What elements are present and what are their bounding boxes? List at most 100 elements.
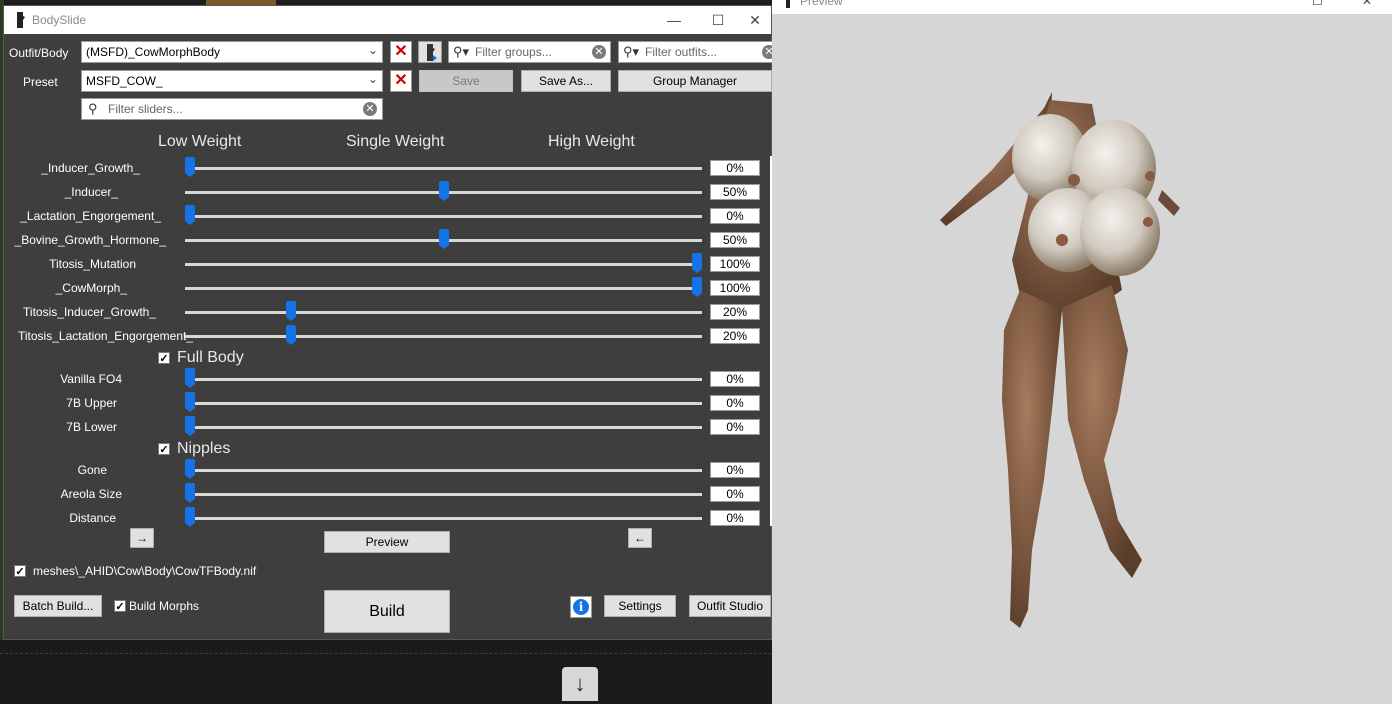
slider-thumb[interactable] — [286, 301, 297, 321]
bodyslide-window: BodySlide — ☐ ✕ Outfit/Body (MSFD)_CowMo… — [3, 5, 778, 640]
preview-button[interactable]: Preview — [324, 531, 450, 553]
preview-window: Preview ☐ ✕ — [772, 0, 1392, 704]
slider-thumb[interactable] — [185, 157, 195, 177]
outfit-studio-shortcut-button[interactable] — [418, 41, 442, 63]
batch-build-button[interactable]: Batch Build... — [14, 595, 102, 617]
close-button[interactable]: ✕ — [740, 8, 770, 32]
slider-label: Titosis_Lactation_Engorgement_ — [18, 329, 193, 343]
slider-value-field[interactable]: 0% — [710, 208, 760, 224]
slider-track[interactable] — [185, 469, 702, 472]
info-button[interactable]: i — [570, 596, 592, 618]
output-path-checkbox[interactable]: ✓ — [14, 565, 26, 578]
slider-value-field[interactable]: 100% — [710, 280, 760, 296]
nipples-checkbox[interactable]: ✓ — [158, 443, 170, 456]
slider-value-field[interactable]: 0% — [710, 510, 760, 526]
slider-thumb[interactable] — [185, 507, 195, 527]
slider-value-field[interactable]: 50% — [710, 232, 760, 248]
slider-label: Titosis_Mutation — [49, 257, 136, 271]
slider-track[interactable] — [185, 426, 702, 429]
slider-thumb[interactable] — [185, 392, 195, 412]
close-button[interactable]: ✕ — [1362, 0, 1372, 8]
slider-label: 7B Lower — [66, 420, 117, 434]
preset-value: MSFD_COW_ — [86, 74, 163, 88]
body-model-preview[interactable] — [932, 80, 1212, 640]
low-weight-header: Low Weight — [158, 133, 242, 150]
slider-track[interactable] — [185, 311, 702, 314]
slider-value-field[interactable]: 20% — [710, 304, 760, 320]
slider-thumb[interactable] — [438, 181, 449, 201]
preset-dropdown[interactable]: MSFD_COW_ ⌄ — [81, 70, 383, 92]
slider-value-field[interactable]: 100% — [710, 256, 760, 272]
slider-track[interactable] — [185, 402, 702, 405]
slider-value-field[interactable]: 0% — [710, 395, 760, 411]
slider-value-field[interactable]: 0% — [710, 160, 760, 176]
maximize-button[interactable]: ☐ — [1312, 0, 1323, 8]
clear-search-icon[interactable]: ✕ — [592, 45, 606, 59]
download-icon[interactable]: ↓ — [562, 667, 598, 701]
background-area — [0, 640, 772, 704]
slider-value-field[interactable]: 20% — [710, 328, 760, 344]
full-body-checkbox[interactable]: ✓ — [158, 352, 170, 365]
minimize-button[interactable]: — — [652, 8, 696, 32]
build-morphs-checkbox[interactable]: ✓ — [114, 600, 126, 613]
high-weight-header: High Weight — [548, 133, 635, 150]
slider-label: 7B Upper — [66, 396, 117, 410]
group-manager-button[interactable]: Group Manager — [618, 70, 772, 92]
outfit-body-dropdown[interactable]: (MSFD)_CowMorphBody ⌄ — [81, 41, 383, 63]
slider-track[interactable] — [185, 378, 702, 381]
slider-thumb[interactable] — [692, 277, 702, 297]
slider-track[interactable] — [185, 493, 702, 496]
clear-search-icon[interactable]: ✕ — [363, 102, 377, 116]
slider-value-field[interactable]: 50% — [710, 184, 760, 200]
output-path-label: meshes\_AHID\Cow\Body\CowTFBody.nif — [33, 564, 257, 578]
slider-label: Titosis_Inducer_Growth_ — [23, 305, 156, 319]
slider-thumb[interactable] — [185, 483, 195, 503]
full-body-group-title: Full Body — [177, 349, 244, 366]
slider-thumb[interactable] — [692, 253, 702, 273]
clear-outfit-button[interactable]: ✕ — [390, 41, 412, 63]
delete-preset-button[interactable]: ✕ — [390, 70, 412, 92]
save-button[interactable]: Save — [419, 70, 513, 92]
slider-label: Vanilla FO4 — [60, 372, 122, 386]
maximize-button[interactable]: ☐ — [696, 8, 740, 32]
search-icon: ⚲▾ — [453, 44, 470, 59]
move-left-button[interactable]: ← — [628, 528, 652, 548]
bodyslide-app-icon — [17, 12, 25, 28]
settings-button[interactable]: Settings — [604, 595, 676, 617]
outfit-studio-button[interactable]: Outfit Studio — [689, 595, 771, 617]
save-as-button[interactable]: Save As... — [521, 70, 611, 92]
background-divider — [0, 653, 772, 654]
slider-track[interactable] — [185, 167, 702, 170]
preview-titlebar: Preview ☐ ✕ — [772, 0, 1392, 14]
single-weight-header: Single Weight — [346, 133, 445, 150]
outfit-body-value: (MSFD)_CowMorphBody — [86, 45, 221, 59]
slider-label: Gone — [77, 463, 107, 477]
slider-thumb[interactable] — [185, 459, 195, 479]
slider-track[interactable] — [185, 517, 702, 520]
slider-thumb[interactable] — [185, 416, 195, 436]
slider-label: _Bovine_Growth_Hormone_ — [14, 233, 166, 247]
build-button[interactable]: Build — [324, 590, 450, 633]
slider-thumb[interactable] — [286, 325, 297, 345]
slider-thumb[interactable] — [185, 205, 195, 225]
slider-value-field[interactable]: 0% — [710, 371, 760, 387]
preset-label: Preset — [23, 75, 58, 89]
slider-value-field[interactable]: 0% — [710, 419, 760, 435]
slider-value-field[interactable]: 0% — [710, 486, 760, 502]
slider-label: Areola Size — [60, 487, 122, 501]
filter-sliders-placeholder: Filter sliders... — [108, 102, 183, 116]
move-right-button[interactable]: → — [130, 528, 154, 548]
slider-track[interactable] — [185, 335, 702, 338]
slider-track[interactable] — [185, 215, 702, 218]
window-title: BodySlide — [32, 13, 87, 27]
filter-groups-input[interactable]: ⚲▾ Filter groups... ✕ — [448, 41, 611, 63]
slider-thumb[interactable] — [185, 368, 195, 388]
slider-track[interactable] — [185, 263, 702, 266]
slider-track[interactable] — [185, 287, 702, 290]
slider-value-field[interactable]: 0% — [710, 462, 760, 478]
info-icon: i — [573, 599, 589, 615]
filter-groups-placeholder: Filter groups... — [475, 45, 552, 59]
slider-thumb[interactable] — [438, 229, 449, 249]
filter-sliders-input[interactable]: ⚲ Filter sliders... ✕ — [81, 98, 383, 120]
filter-outfits-input[interactable]: ⚲▾ Filter outfits... ✕ — [618, 41, 778, 63]
